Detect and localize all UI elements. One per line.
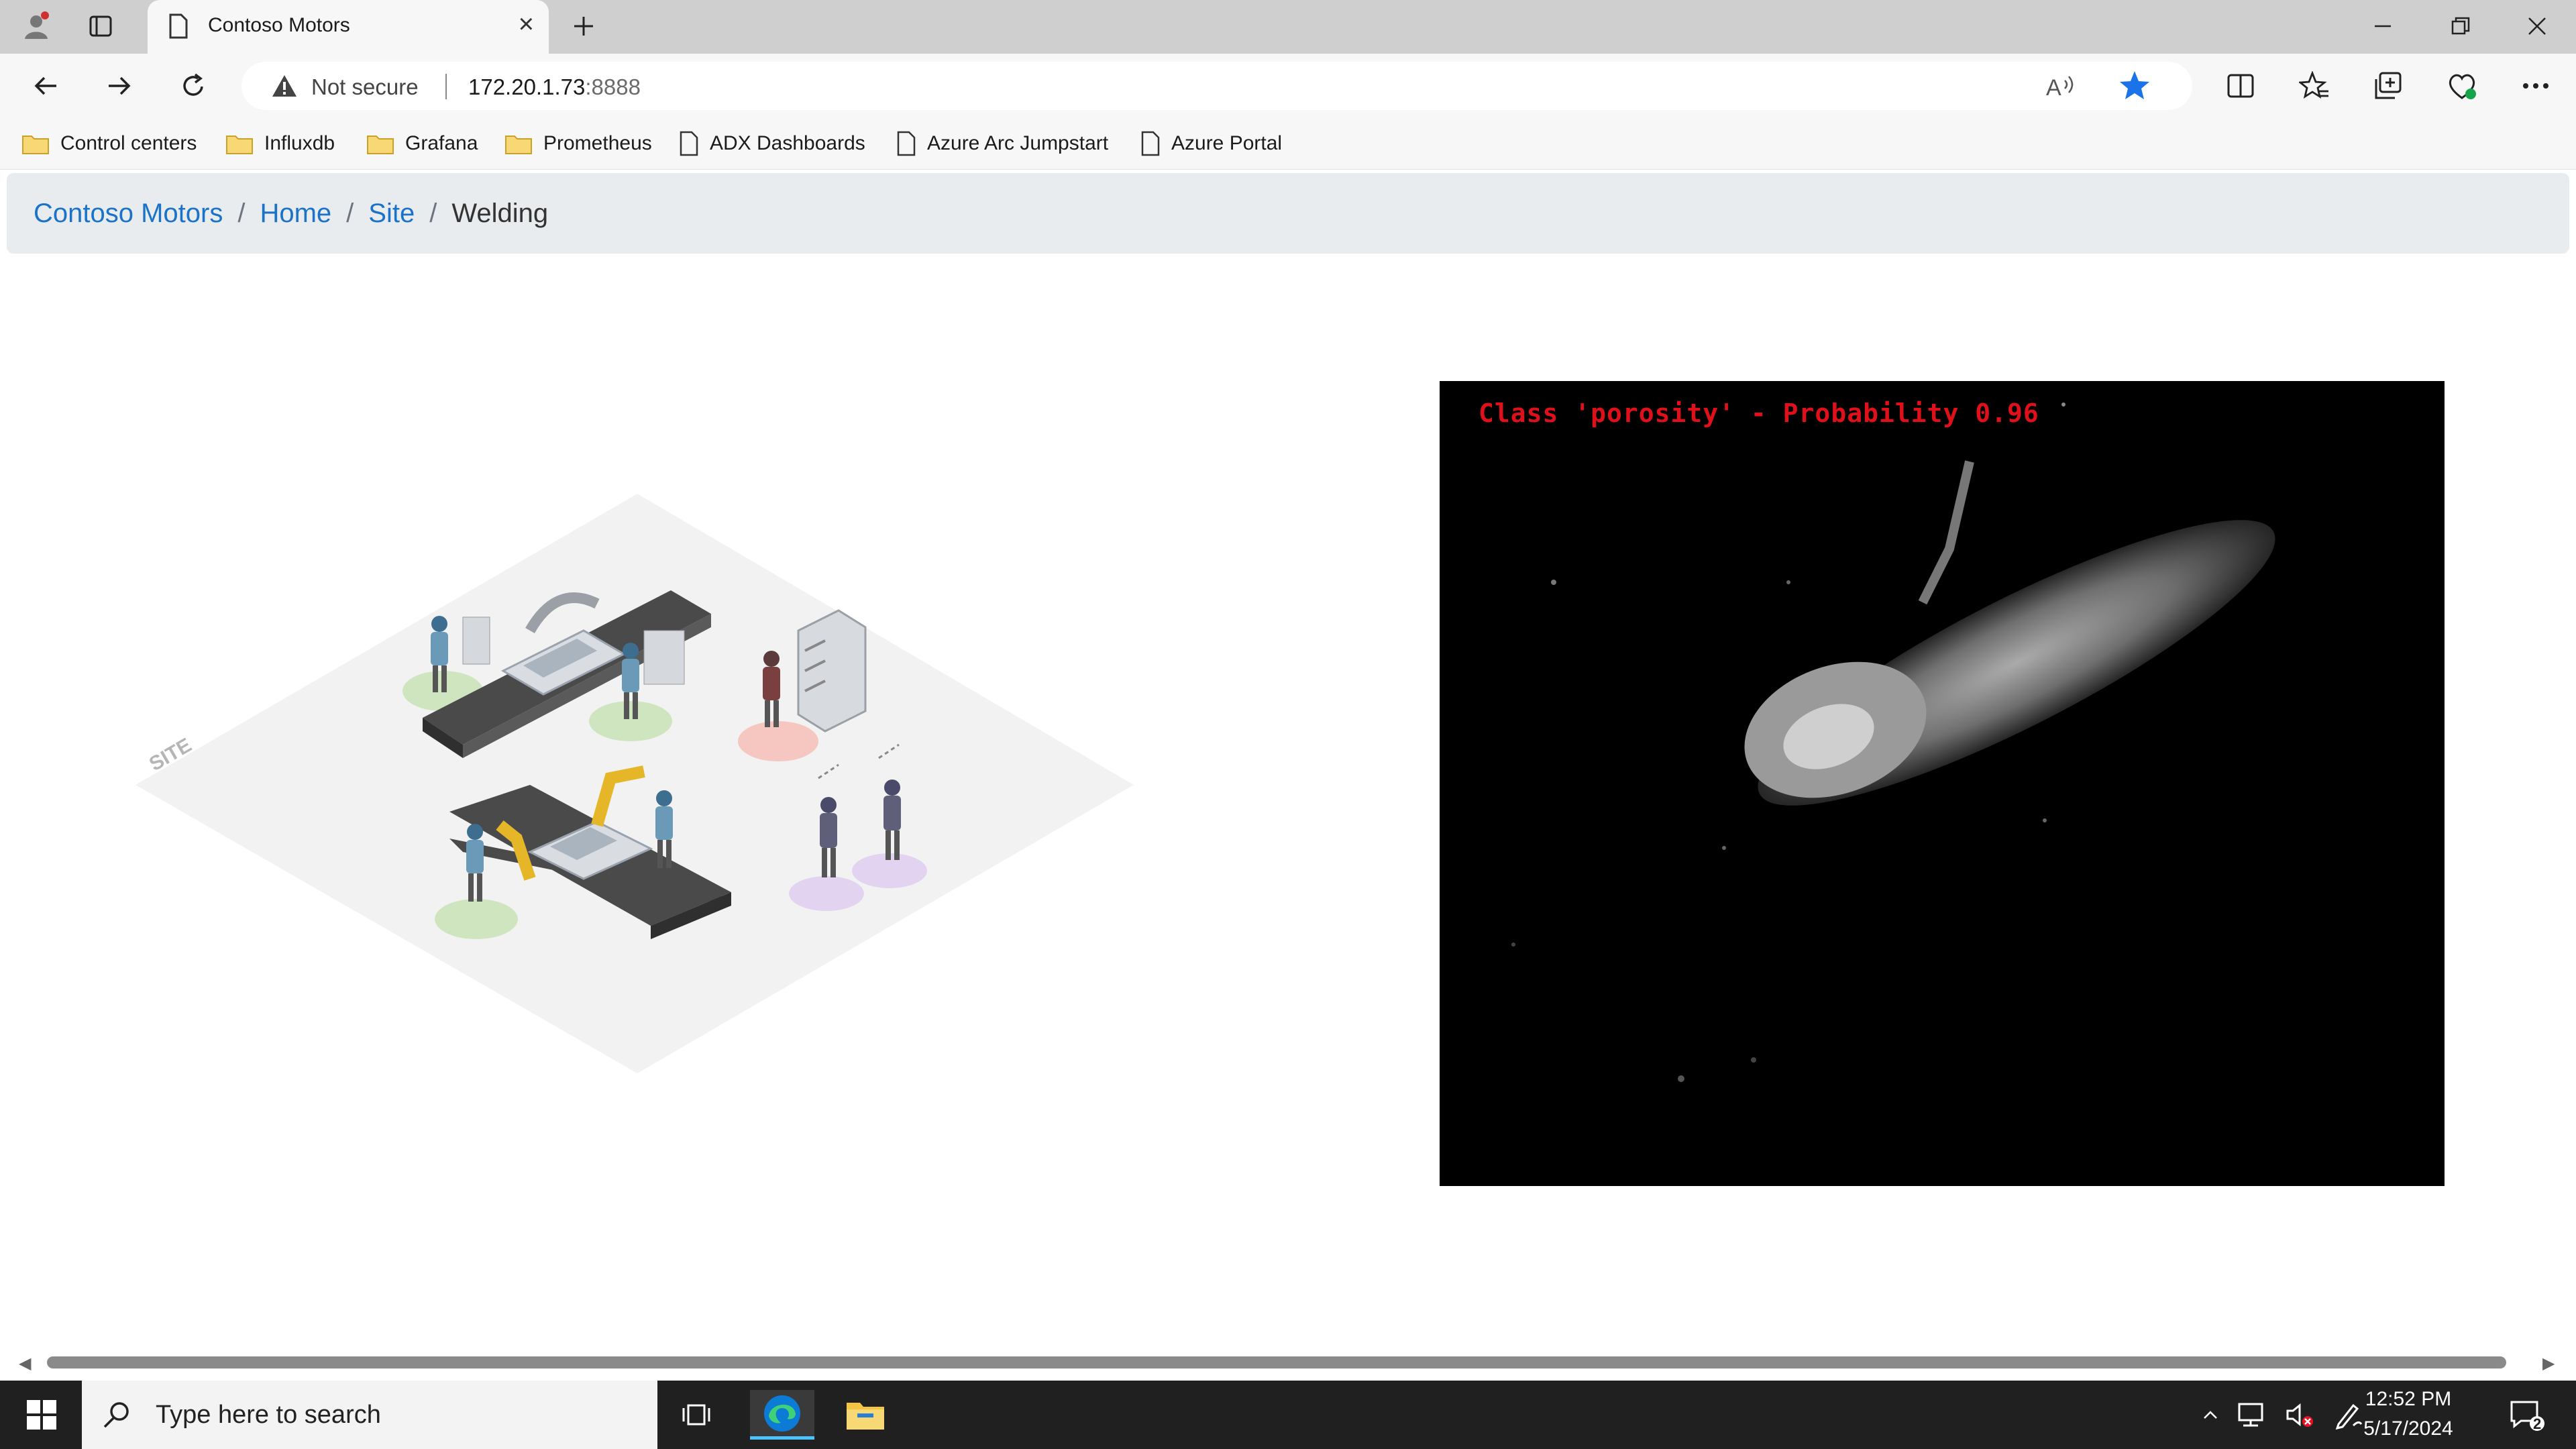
edge-browser-icon[interactable] [750, 1390, 814, 1440]
address-divider [445, 74, 447, 99]
page-icon [1141, 131, 1160, 156]
show-hidden-icons-icon[interactable] [2194, 1390, 2227, 1440]
bookmark-azure-portal[interactable]: Azure Portal [1140, 126, 1282, 161]
security-label[interactable]: Not secure [311, 74, 419, 100]
minimize-icon[interactable] [2363, 9, 2403, 43]
page-icon [168, 13, 189, 42]
system-clock[interactable]: 12:52 PM 5/17/2024 [2361, 1385, 2455, 1444]
bookmark-label: Control centers [60, 132, 197, 154]
navigation-bar: Not secure 172.20.1.73:8888 A [0, 54, 2576, 118]
page-icon [680, 131, 698, 156]
notification-count: 2 [2533, 1415, 2542, 1432]
clock-date: 5/17/2024 [2363, 1417, 2453, 1440]
bookmark-adx-dashboards[interactable]: ADX Dashboards [679, 126, 865, 161]
bookmark-label: ADX Dashboards [710, 132, 865, 154]
favorites-icon[interactable] [2294, 66, 2334, 106]
settings-more-icon[interactable] [2516, 66, 2556, 106]
close-tab-icon[interactable]: × [519, 11, 534, 38]
bookmark-label: Azure Portal [1171, 132, 1283, 154]
bookmark-label: Grafana [405, 132, 478, 154]
folder-icon [505, 136, 532, 154]
scrollbar-thumb[interactable] [47, 1356, 2506, 1368]
back-icon[interactable] [25, 66, 66, 106]
breadcrumb-current: Welding [451, 198, 549, 228]
volume-muted-icon[interactable] [2277, 1390, 2324, 1440]
file-explorer-icon[interactable] [833, 1390, 898, 1440]
taskbar: Type here to search 12:52 PM 5/17/2024 2 [0, 1381, 2576, 1449]
search-icon [103, 1402, 129, 1428]
bookmark-control-centers[interactable]: Control centers [21, 126, 197, 161]
clock-time: 12:52 PM [2365, 1388, 2452, 1410]
folder-icon [367, 136, 394, 154]
camera-feed: Class 'porosity' - Probability 0.96 [1440, 381, 2445, 1186]
collections-icon[interactable] [2368, 66, 2408, 106]
bookmarks-bar: Control centers Influxdb Grafana Prometh… [0, 118, 2576, 170]
bookmark-label: Prometheus [543, 132, 652, 154]
weld-image [1440, 381, 2445, 1186]
network-icon[interactable] [2229, 1390, 2275, 1440]
windows-start-icon[interactable] [9, 1390, 74, 1440]
taskbar-search[interactable]: Type here to search [82, 1381, 657, 1449]
restore-icon[interactable] [2440, 9, 2481, 43]
bookmark-azure-arc-jumpstart[interactable]: Azure Arc Jumpstart [896, 126, 1108, 161]
breadcrumb-site[interactable]: Site [368, 199, 415, 229]
svg-text:A: A [2046, 75, 2061, 101]
split-screen-icon[interactable] [2220, 66, 2261, 106]
bookmark-influxdb[interactable]: Influxdb [225, 126, 335, 161]
bookmark-prometheus[interactable]: Prometheus [504, 126, 652, 161]
bookmark-grafana[interactable]: Grafana [366, 126, 478, 161]
scroll-left-arrow-icon[interactable]: ◀ [19, 1354, 31, 1373]
breadcrumb-separator: / [346, 198, 354, 228]
page-icon [897, 131, 916, 156]
site-illustration: SITE [127, 490, 1147, 1080]
active-tab[interactable]: Contoso Motors × [148, 0, 549, 54]
breadcrumb-separator: / [429, 198, 437, 228]
scroll-right-arrow-icon[interactable]: ▶ [2542, 1354, 2555, 1373]
new-tab-icon[interactable] [564, 9, 604, 43]
breadcrumb: Contoso Motors / Home / Site / Welding [7, 173, 2569, 254]
search-placeholder: Type here to search [156, 1400, 381, 1429]
breadcrumb-separator: / [237, 198, 246, 228]
tab-actions-icon[interactable] [80, 9, 121, 43]
breadcrumb-home[interactable]: Home [260, 199, 331, 229]
profile-avatar-icon[interactable] [16, 9, 56, 43]
task-view-icon[interactable] [664, 1390, 729, 1440]
browser-essentials-icon[interactable] [2442, 66, 2482, 106]
tab-title: Contoso Motors [208, 14, 350, 36]
warning-icon[interactable] [271, 74, 298, 101]
folder-icon [22, 136, 49, 154]
refresh-icon[interactable] [173, 66, 213, 106]
address-bar[interactable]: Not secure 172.20.1.73:8888 A [241, 62, 2192, 110]
notification-center-icon[interactable]: 2 [2493, 1390, 2560, 1440]
close-window-icon[interactable] [2517, 9, 2557, 43]
horizontal-scrollbar[interactable]: ◀ ▶ [0, 1354, 2576, 1373]
detection-label: Class 'porosity' - Probability 0.96 [1479, 398, 2039, 428]
bookmark-label: Azure Arc Jumpstart [927, 132, 1109, 154]
favorite-star-icon[interactable] [2118, 70, 2151, 104]
bookmark-label: Influxdb [264, 132, 335, 154]
folder-icon [226, 136, 253, 154]
tab-strip: Contoso Motors × [0, 0, 2576, 54]
forward-icon[interactable] [99, 66, 140, 106]
url-text[interactable]: 172.20.1.73:8888 [468, 74, 641, 100]
breadcrumb-contoso-motors[interactable]: Contoso Motors [34, 199, 223, 229]
read-aloud-icon[interactable]: A [2045, 71, 2078, 104]
